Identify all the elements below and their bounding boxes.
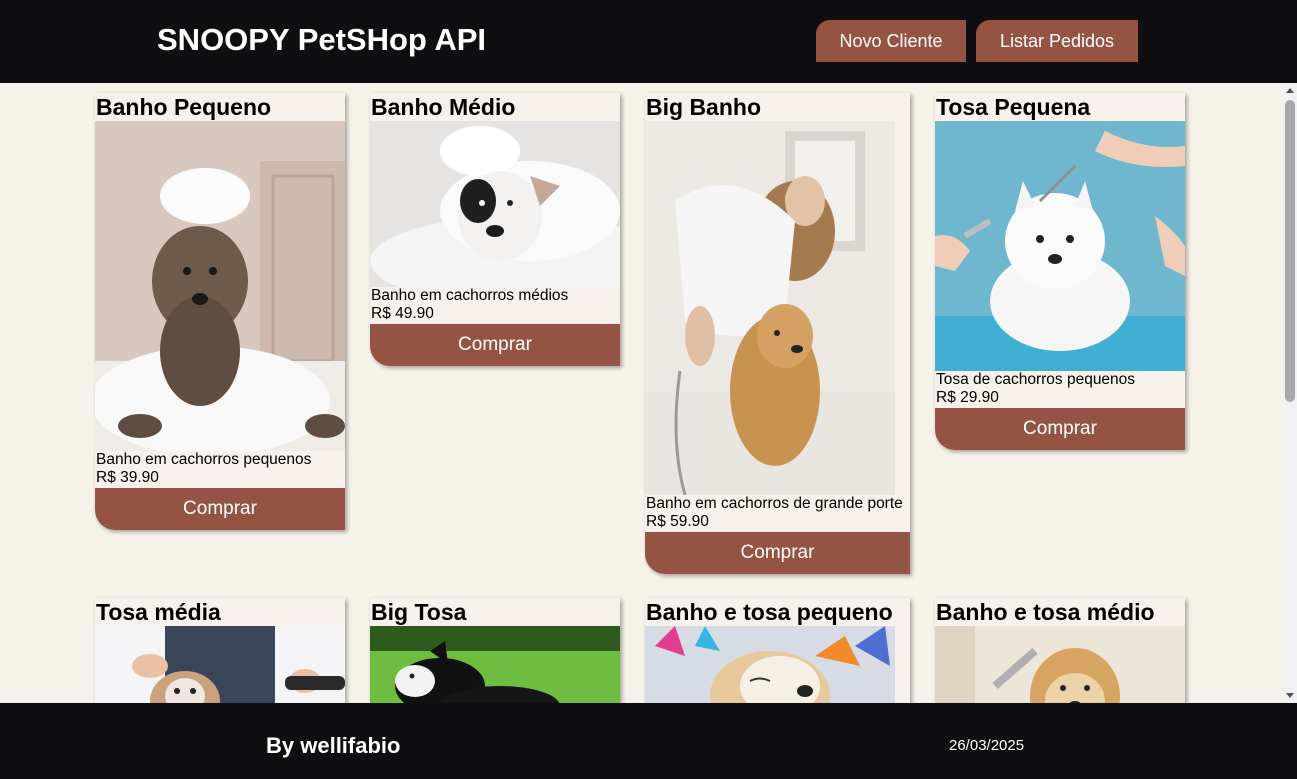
product-card-banho-e-tosa-pequeno: Banho e tosa pequeno — [645, 598, 910, 703]
scroll-up-arrow-icon[interactable] — [1283, 83, 1297, 97]
medium-bath-and-grooming-photo — [935, 626, 1185, 703]
app-title: SNOOPY PetSHop API — [157, 22, 487, 57]
buy-button[interactable]: Comprar — [645, 532, 910, 574]
product-card-big-tosa: Big Tosa — [370, 598, 620, 703]
product-description: Banho em cachorros de grande porte — [646, 495, 903, 512]
product-title: Banho Médio — [371, 94, 516, 120]
scrollbar-thumb[interactable] — [1285, 100, 1295, 402]
product-price: R$ 49.90 — [371, 305, 434, 322]
app-header: SNOOPY PetSHop API Novo Cliente Listar P… — [0, 0, 1297, 83]
product-card-banho-e-tosa-medio: Banho e tosa médio — [935, 598, 1185, 703]
app-footer: By wellifabio 26/03/2025 — [0, 703, 1297, 779]
small-bath-and-grooming-photo — [645, 626, 895, 703]
buy-button[interactable]: Comprar — [95, 488, 345, 530]
buy-button[interactable]: Comprar — [370, 324, 620, 366]
product-title: Banho e tosa pequeno — [646, 599, 893, 625]
new-client-button[interactable]: Novo Cliente — [816, 20, 966, 62]
product-card-banho-pequeno: Banho Pequeno Banho em cachorros pequeno… — [95, 93, 345, 530]
product-title: Big Banho — [646, 94, 761, 120]
medium-dog-bath-photo — [370, 121, 620, 287]
list-orders-button[interactable]: Listar Pedidos — [976, 20, 1138, 62]
product-grid: Banho Pequeno Banho em cachorros pequeno… — [0, 83, 1283, 703]
product-card-tosa-media: Tosa média — [95, 598, 345, 703]
product-card-tosa-pequena: Tosa Pequena Tosa de cachorros pequenos … — [935, 93, 1185, 450]
product-price: R$ 29.90 — [936, 389, 999, 406]
buy-button[interactable]: Comprar — [935, 408, 1185, 450]
small-dog-grooming-photo — [935, 121, 1185, 371]
product-price: R$ 59.90 — [646, 513, 709, 530]
product-card-big-banho: Big Banho Banho em cachorros de grande p… — [645, 93, 910, 574]
product-description: Tosa de cachorros pequenos — [936, 371, 1136, 388]
product-title: Big Tosa — [371, 599, 467, 625]
medium-dog-grooming-photo — [95, 626, 345, 703]
product-title: Tosa média — [96, 599, 221, 625]
footer-date: 26/03/2025 — [949, 737, 1025, 754]
product-description: Banho em cachorros médios — [371, 287, 569, 304]
product-price: R$ 39.90 — [96, 469, 159, 486]
product-description: Banho em cachorros pequenos — [96, 451, 312, 468]
author-credit: By wellifabio — [266, 733, 401, 758]
product-title: Banho Pequeno — [96, 94, 272, 120]
small-dog-bath-photo — [95, 121, 345, 451]
product-card-banho-medio: Banho Médio Banho em cachorros médios R$… — [370, 93, 620, 366]
vertical-scrollbar[interactable] — [1283, 83, 1297, 703]
scroll-down-arrow-icon[interactable] — [1283, 689, 1297, 703]
big-dog-grooming-photo — [370, 626, 620, 703]
product-title: Tosa Pequena — [936, 94, 1091, 120]
big-dog-bath-photo — [645, 121, 895, 495]
product-title: Banho e tosa médio — [936, 599, 1155, 625]
